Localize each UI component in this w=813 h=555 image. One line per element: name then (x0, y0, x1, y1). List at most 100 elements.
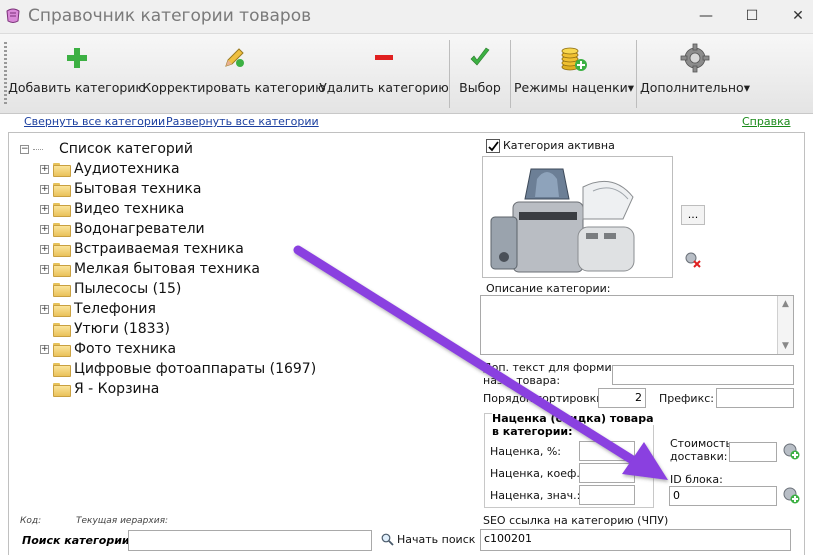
markup-coef-input[interactable] (579, 463, 635, 483)
add-category-label: Добавить категорию (8, 80, 146, 95)
delivery-cost-input[interactable] (729, 442, 777, 462)
add-delivery-icon[interactable] (783, 443, 800, 460)
help-link[interactable]: Справка (742, 115, 790, 128)
sort-order-input[interactable]: 2 (598, 388, 646, 408)
delivery-cost-label-1: Стоимость (670, 437, 732, 450)
block-id-label: ID блока: (670, 473, 723, 486)
title-bar: Справочник категории товаров — ☐ ✕ (0, 0, 813, 34)
code-label: Код: (20, 516, 42, 526)
tree-item[interactable]: + Фото техника (20, 339, 460, 359)
markup-percent-input[interactable] (579, 441, 635, 461)
tree-item[interactable]: Утюги (1833) (20, 319, 460, 339)
tree-item[interactable]: + Видео техника (20, 199, 460, 219)
chevron-down-icon: ▾ (627, 80, 635, 95)
prefix-label: Префикс: (659, 392, 714, 405)
scroll-track[interactable] (778, 312, 793, 338)
select-button[interactable]: Выбор (455, 34, 505, 114)
expand-icon[interactable]: + (40, 204, 49, 214)
search-icon (381, 533, 394, 546)
add-block-icon[interactable] (783, 487, 800, 504)
sort-order-label: Порядок сортировки: (483, 392, 608, 405)
markup-group-title-1: Наценка (скидка) товара (492, 412, 656, 425)
more-button[interactable]: Дополнительно▾ (640, 34, 750, 114)
prefix-input[interactable] (716, 388, 794, 408)
appliances-image (490, 168, 635, 273)
markup-value-input[interactable] (579, 485, 635, 505)
expand-icon[interactable]: + (40, 344, 49, 354)
toolbar: Добавить категорию Корректировать катего… (0, 34, 813, 114)
close-button[interactable]: ✕ (786, 5, 810, 27)
folder-icon (53, 283, 71, 297)
tree-item-label: Цифровые фотоаппараты (1697) (74, 361, 317, 377)
folder-icon (53, 303, 71, 317)
collapse-all-link[interactable]: Свернуть все категории (24, 115, 165, 128)
expand-icon[interactable]: + (40, 224, 49, 234)
tree-item-label: Видео техника (74, 201, 185, 217)
expand-icon[interactable]: + (40, 184, 49, 194)
active-checkbox[interactable] (486, 139, 500, 153)
tree-item-label: Телефония (74, 301, 156, 317)
tree-item[interactable]: + Бытовая техника (20, 179, 460, 199)
markup-group-title-2: в категории: (492, 425, 573, 438)
folder-icon (53, 243, 71, 257)
seo-input[interactable]: c100201 (480, 529, 791, 551)
description-scrollbar[interactable]: ▲ ▼ (777, 296, 793, 354)
block-id-input[interactable]: 0 (669, 486, 777, 506)
maximize-icon: ☐ (745, 8, 759, 24)
hierarchy-label: Текущая иерархия: (76, 516, 169, 526)
tree-item-label: Бытовая техника (74, 181, 202, 197)
start-search-button[interactable]: Начать поиск (381, 533, 475, 546)
tree-item[interactable]: Пылесосы (15) (20, 279, 460, 299)
edit-category-button[interactable]: Корректировать категорию (142, 34, 326, 114)
seo-label: SEO ссылка на категорию (ЧПУ) (483, 514, 669, 527)
extra-text-label-2: назв. товара: (483, 374, 561, 387)
expand-icon[interactable]: + (40, 164, 49, 174)
tree-item[interactable]: Цифровые фотоаппараты (1697) (20, 359, 460, 379)
expand-icon[interactable]: + (40, 264, 49, 274)
tree-item-label: Утюги (1833) (74, 321, 170, 337)
description-label: Описание категории: (486, 282, 611, 295)
edit-category-label: Корректировать категорию (142, 80, 326, 95)
collapse-icon[interactable]: − (20, 144, 29, 154)
tree-item[interactable]: + Водонагреватели (20, 219, 460, 239)
expand-all-link[interactable]: Развернуть все категории (166, 115, 319, 128)
tree-item[interactable]: + Мелкая бытовая техника (20, 259, 460, 279)
tree-item-label: Водонагреватели (74, 221, 205, 237)
remove-image-icon[interactable] (685, 252, 701, 268)
tree-root[interactable]: − Список категорий (20, 139, 460, 159)
category-image[interactable] (482, 156, 673, 278)
scroll-up-icon[interactable]: ▲ (778, 296, 793, 312)
extra-text-input[interactable] (612, 365, 794, 385)
checkbox-check-icon (487, 140, 499, 151)
expand-icon[interactable]: + (40, 304, 49, 314)
toolbar-grip[interactable] (4, 42, 7, 106)
browse-image-button[interactable]: ... (681, 205, 705, 225)
markup-modes-label-wrap: Режимы наценки▾ (514, 80, 634, 95)
minimize-button[interactable]: — (694, 5, 718, 27)
folder-icon (53, 323, 71, 337)
markup-modes-button[interactable]: Режимы наценки▾ (514, 34, 634, 114)
maximize-button[interactable]: ☐ (740, 5, 764, 27)
tree-item-label: Пылесосы (15) (74, 281, 182, 297)
tree-item[interactable]: Я - Корзина (20, 379, 460, 399)
folder-icon (53, 363, 71, 377)
tree-item[interactable]: + Аудиотехника (20, 159, 460, 179)
tree-item[interactable]: + Встраиваемая техника (20, 239, 460, 259)
search-input[interactable] (128, 530, 372, 551)
delete-category-button[interactable]: Удалить категорию (319, 34, 449, 114)
tree-item[interactable]: + Телефония (20, 299, 460, 319)
description-textarea[interactable]: ▲ ▼ (480, 295, 794, 355)
folder-icon (53, 163, 71, 177)
scroll-down-icon[interactable]: ▼ (778, 338, 793, 354)
expand-icon[interactable]: + (40, 244, 49, 254)
markup-value-label: Наценка, знач.: (490, 489, 581, 502)
plus-icon (61, 42, 93, 74)
more-label: Дополнительно (640, 80, 744, 95)
folder-icon (53, 343, 71, 357)
add-category-button[interactable]: Добавить категорию (8, 34, 146, 114)
window-title: Справочник категории товаров (28, 6, 312, 26)
app-icon (6, 8, 20, 23)
tree-items: + Аудиотехника + Бытовая техника + Видео техн… (20, 159, 460, 399)
start-search-label: Начать поиск (397, 533, 476, 546)
category-tree[interactable]: − Список категорий + Аудиотехника + Бытовая… (20, 139, 460, 399)
